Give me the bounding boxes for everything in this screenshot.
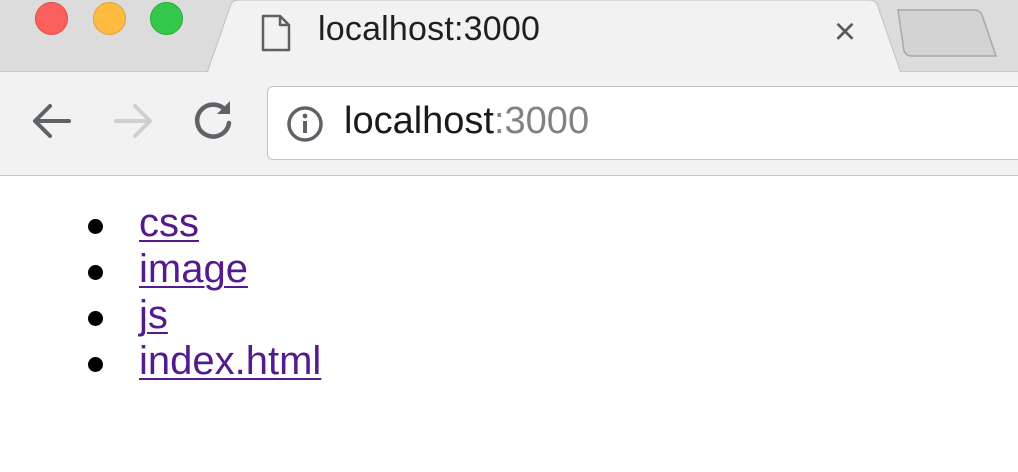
arrow-left-icon[interactable] bbox=[27, 96, 77, 146]
bullet-icon bbox=[88, 265, 103, 280]
arrow-right-icon[interactable] bbox=[108, 96, 158, 146]
list-item: js bbox=[88, 292, 321, 338]
link-image[interactable]: image bbox=[139, 247, 248, 291]
reload-icon[interactable] bbox=[188, 96, 238, 146]
bullet-icon bbox=[88, 311, 103, 326]
list-item: index.html bbox=[88, 338, 321, 384]
link-js[interactable]: js bbox=[139, 293, 168, 337]
tab-active[interactable]: localhost:3000 × bbox=[207, 0, 907, 73]
url-text[interactable]: localhost:3000 bbox=[344, 100, 589, 143]
url-port: :3000 bbox=[493, 100, 590, 142]
tab-strip: localhost:3000 × bbox=[0, 0, 1018, 73]
tab-title: localhost:3000 bbox=[318, 10, 541, 48]
info-icon[interactable] bbox=[286, 105, 324, 143]
browser-toolbar: localhost:3000 bbox=[0, 72, 1018, 176]
list-item: css bbox=[88, 200, 321, 246]
window-close-button[interactable] bbox=[35, 2, 68, 35]
bullet-icon bbox=[88, 219, 103, 234]
bullet-icon bbox=[88, 357, 103, 372]
window-minimize-button[interactable] bbox=[93, 2, 126, 35]
tab-background bbox=[207, 0, 902, 73]
browser-window: localhost:3000 × localhost:3000 css imag… bbox=[0, 0, 1018, 472]
address-bar[interactable]: localhost:3000 bbox=[267, 86, 1018, 160]
window-zoom-button[interactable] bbox=[150, 2, 183, 35]
link-index-html[interactable]: index.html bbox=[139, 339, 321, 383]
link-css[interactable]: css bbox=[139, 201, 199, 245]
new-tab-button[interactable] bbox=[892, 8, 1002, 60]
url-host: localhost bbox=[344, 100, 494, 142]
file-icon bbox=[261, 14, 291, 52]
tab-close-icon[interactable]: × bbox=[830, 12, 860, 52]
list-item: image bbox=[88, 246, 321, 292]
directory-listing: css image js index.html bbox=[88, 200, 321, 384]
page-content: css image js index.html bbox=[0, 176, 1018, 472]
